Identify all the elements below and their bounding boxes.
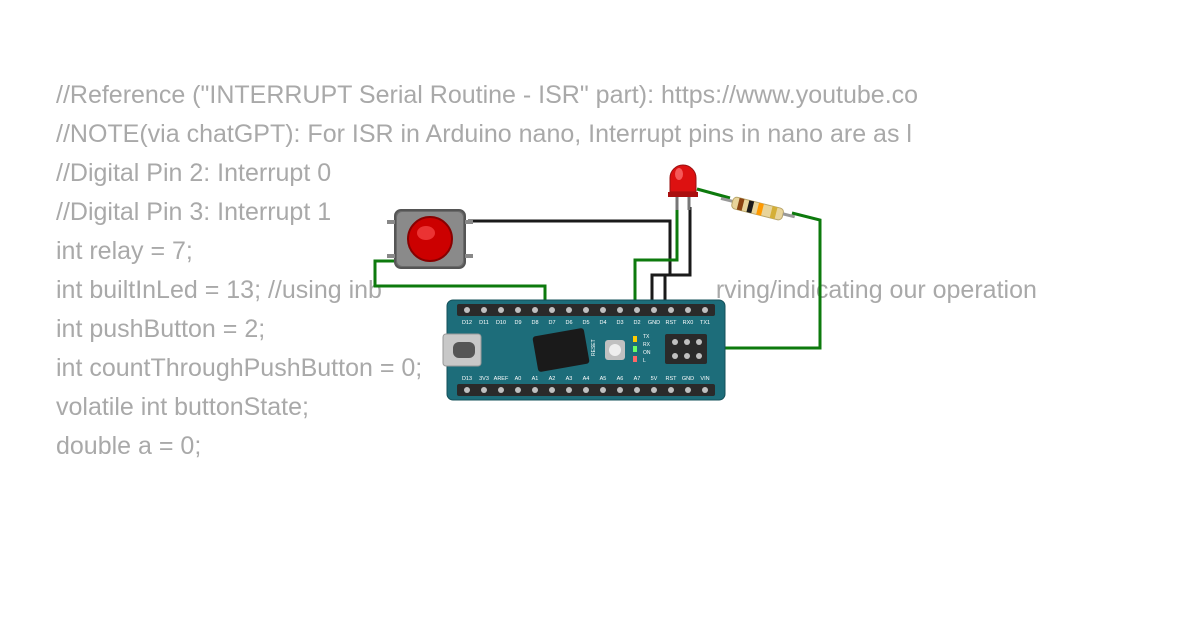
code-line-9: int countThroughPushButton = 0;	[56, 349, 1037, 388]
code-line-12: double a = 0;	[56, 427, 1037, 466]
code-line-1: //Reference ("INTERRUPT Serial Routine -…	[56, 76, 1037, 115]
code-line-2: //NOTE(via chatGPT): For ISR in Arduino …	[56, 115, 1037, 154]
code-line-7: int builtInLed = 13; //using inb rving/i…	[56, 271, 1037, 310]
code-line-4: //Digital Pin 3: Interrupt 1	[56, 193, 1037, 232]
code-line-6: int relay = 7;	[56, 232, 1037, 271]
code-line-3: //Digital Pin 2: Interrupt 0	[56, 154, 1037, 193]
code-line-11: volatile int buttonState;	[56, 388, 1037, 427]
code-block: //Reference ("INTERRUPT Serial Routine -…	[56, 76, 1037, 466]
code-line-8: int pushButton = 2;	[56, 310, 1037, 349]
